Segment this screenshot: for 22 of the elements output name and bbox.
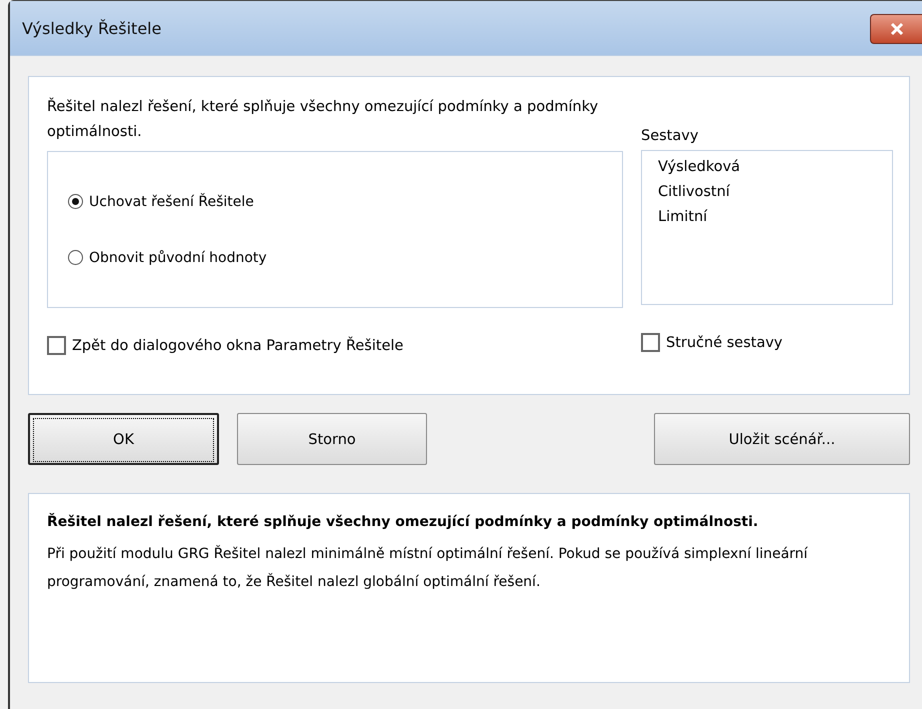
dialog-button[interactable]: OK — [28, 413, 219, 465]
dialog-button[interactable]: Storno — [237, 413, 427, 465]
result-message: Řešitel nalezl řešení, které splňuje všechny omezující podmínky a podmínky optimálnosti. — [47, 96, 600, 142]
window-title: Výsledky Řešitele — [22, 18, 162, 38]
close-button[interactable] — [870, 14, 922, 44]
reports-list[interactable]: Výsledková Citlivostní Limitní — [641, 150, 893, 305]
details-heading: Řešitel nalezl řešení, které splňuje všechny omezující podmínky a podmínky optimálnosti. — [47, 512, 760, 532]
radio-button[interactable] — [68, 194, 83, 209]
radio-label: Uchovat řešení Řešitele — [89, 194, 254, 210]
list-item[interactable]: Limitní — [658, 205, 892, 230]
dialog-button[interactable]: Uložit scénář... — [654, 413, 910, 465]
list-item[interactable]: Výsledková — [658, 155, 892, 180]
details-text: Při použití modulu GRG Řešitel nalezl minimálně místní optimální řešení. Pokud se používá simplexní lineární programování, znamená to, že Řešitel nalezl globální optimální řešení. — [47, 544, 809, 592]
radio-label: Obnovit původní hodnoty — [89, 250, 267, 266]
list-item[interactable]: Citlivostní — [658, 180, 892, 205]
radio-button[interactable] — [68, 250, 83, 265]
close-icon — [888, 22, 904, 36]
checkbox[interactable] — [641, 333, 660, 352]
checkbox-label: Zpět do dialogového okna Parametry Řešitele — [72, 338, 404, 354]
checkbox-label: Stručné sestavy — [666, 334, 782, 350]
checkbox[interactable] — [47, 336, 66, 355]
reports-label: Sestavy — [641, 128, 700, 146]
